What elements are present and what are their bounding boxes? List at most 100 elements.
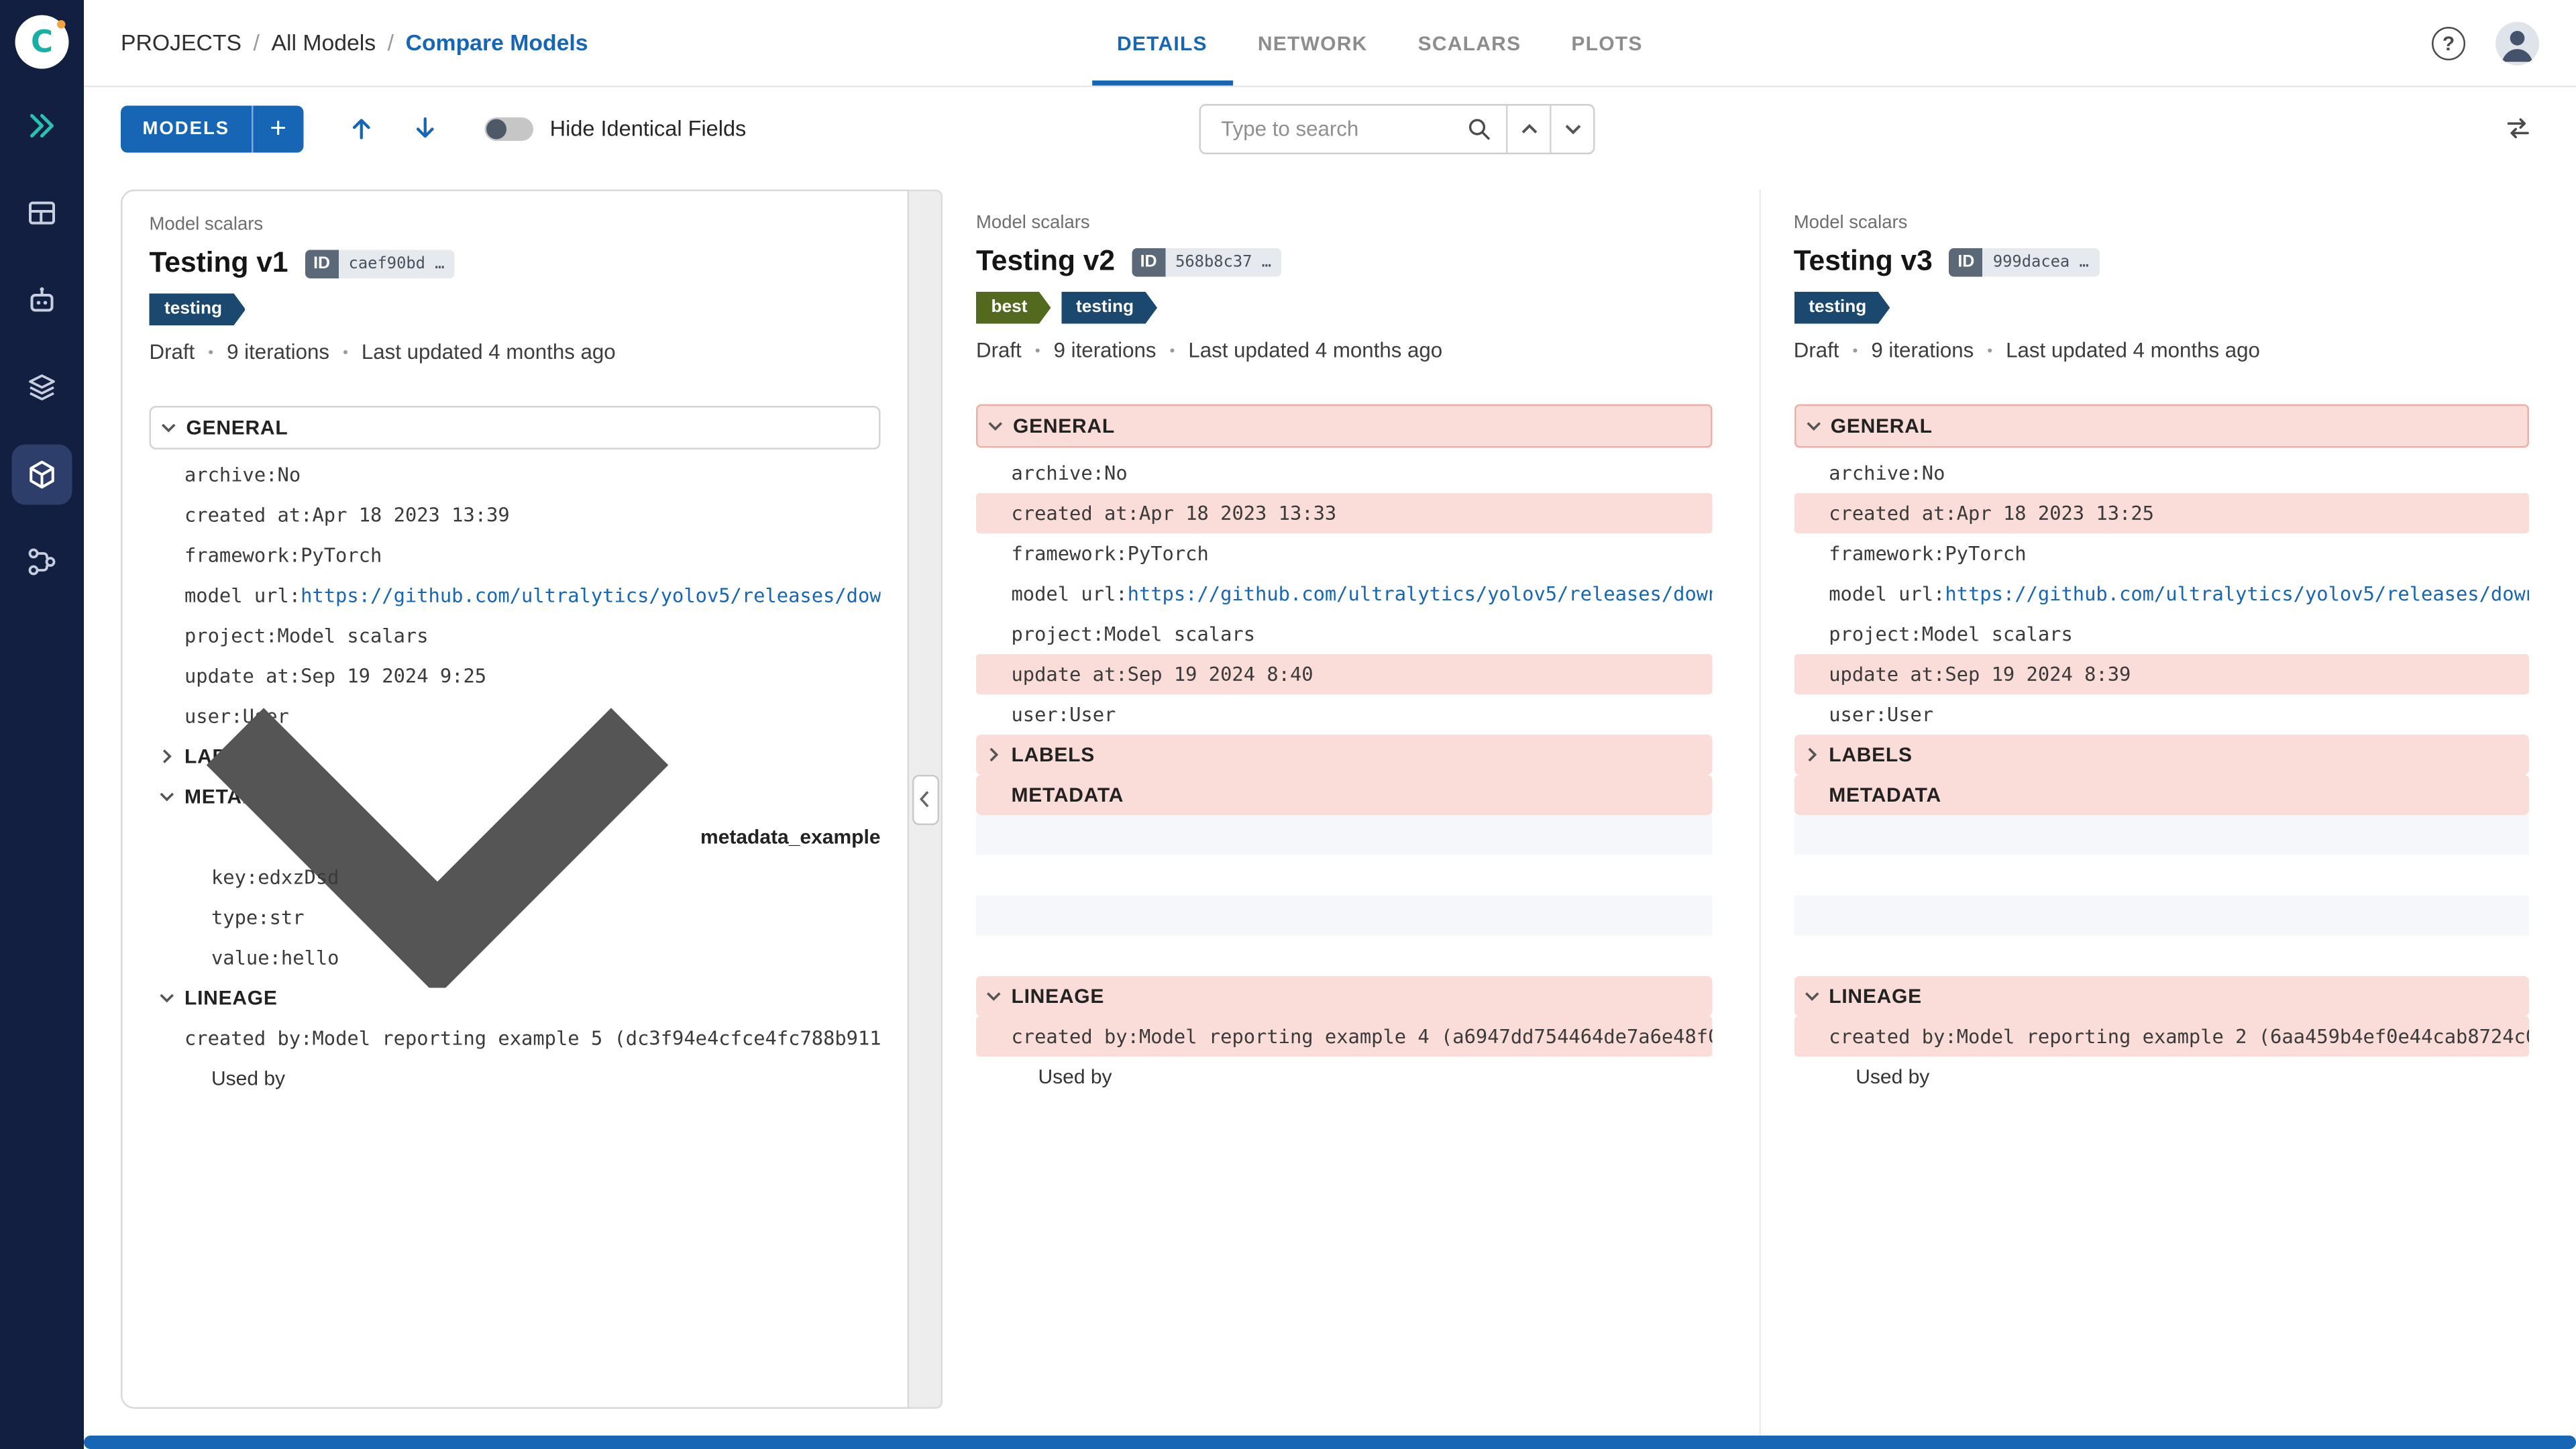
empty-row <box>1793 815 2529 855</box>
model-url-link[interactable]: https://github.com/ultralytics/yolov5/re… <box>1128 582 1712 606</box>
sidebar-item-quickstart[interactable] <box>12 96 72 156</box>
field-key: project <box>1829 622 1911 646</box>
used-by-label[interactable]: Used by <box>976 1057 1711 1097</box>
breadcrumb-compare-models[interactable]: Compare Models <box>406 30 588 56</box>
status-row: Draft • 9 iterations • Last updated 4 mo… <box>150 341 881 364</box>
field-value: PyTorch <box>1127 541 1209 566</box>
field-value: No <box>277 463 301 486</box>
swap-columns-button[interactable] <box>2496 107 2539 150</box>
used-by-label[interactable]: Used by <box>1794 1057 2529 1097</box>
field-separator: : <box>1933 541 1945 566</box>
hide-identical-toggle[interactable] <box>484 116 533 140</box>
chevron-down-icon <box>986 992 1001 1002</box>
section-label: LABELS <box>1829 743 1913 767</box>
sidebar-item-model-registry[interactable] <box>11 444 72 505</box>
robot-icon <box>30 287 54 312</box>
search-input[interactable] <box>1201 105 1453 152</box>
empty-row <box>1794 936 2529 976</box>
user-avatar[interactable] <box>2496 21 2539 65</box>
field-value: Model reporting example 2 (6aa459b4ef0e4… <box>1956 1024 2529 1049</box>
section-label: LINEAGE <box>184 986 278 1010</box>
section-header-metadata[interactable]: METADATA <box>976 775 1712 815</box>
id-value: 568b8c37 … <box>1165 247 1282 276</box>
separator-dot: • <box>1852 342 1858 359</box>
empty-row <box>976 855 1711 896</box>
section-header-lineage[interactable]: LINEAGE <box>1793 976 2529 1016</box>
field-separator: : <box>1933 662 1945 686</box>
metadata-group-header[interactable]: metadata_example <box>150 707 881 989</box>
layers-icon <box>29 374 55 400</box>
section-header-general[interactable]: GENERAL <box>976 404 1712 448</box>
field-key: key <box>211 865 246 889</box>
tab-plots[interactable]: PLOTS <box>1546 0 1668 86</box>
field-key: update at <box>1829 662 1934 686</box>
tab-details[interactable]: DETAILS <box>1091 0 1233 86</box>
pinned-column-gutter[interactable] <box>909 189 943 1409</box>
model-title: Testing v3 <box>1793 245 1933 277</box>
field-key: project <box>1011 622 1093 646</box>
section-header-metadata[interactable]: METADATA <box>1793 775 2529 815</box>
tags-row: best testing <box>976 292 1711 324</box>
move-up-button[interactable] <box>340 107 384 150</box>
field-value: Model reporting example 4 (a6947dd754464… <box>1138 1024 1712 1049</box>
model-url-link[interactable]: https://github.com/ultralytics/yolov5/re… <box>1945 582 2529 606</box>
horizontal-scrollbar[interactable] <box>84 1436 2576 1449</box>
tag-testing[interactable]: testing <box>1794 292 1890 324</box>
section-header-labels[interactable]: LABELS <box>976 735 1712 775</box>
comet-logo[interactable]: C <box>15 15 69 69</box>
collapse-column-button[interactable] <box>911 773 938 824</box>
tab-network[interactable]: NETWORK <box>1232 0 1393 86</box>
sidebar-item-experiments[interactable] <box>12 183 72 244</box>
status-text: Draft <box>976 339 1022 362</box>
field-value: Model scalars <box>1104 622 1256 646</box>
tag-best[interactable]: best <box>976 292 1051 324</box>
move-down-button[interactable] <box>404 107 447 150</box>
section-header-general[interactable]: GENERAL <box>149 406 881 449</box>
models-button[interactable]: MODELS <box>121 105 254 152</box>
model-id-badge[interactable]: ID 999dacea … <box>1949 247 2099 276</box>
model-url-link[interactable]: https://github.com/ultralytics/yolov5/re… <box>301 584 880 607</box>
chevron-right-icon <box>1807 747 1817 762</box>
sidebar-item-monitoring[interactable] <box>12 270 72 331</box>
field-separator: : <box>288 543 301 567</box>
field-key: archive <box>1011 461 1093 485</box>
separator-dot: • <box>1987 342 1993 359</box>
field-row-created-by: created by : Model reporting example 4 (… <box>976 1016 1712 1057</box>
search-button[interactable] <box>1452 105 1506 152</box>
tag-testing[interactable]: testing <box>150 294 246 326</box>
field-separator: : <box>1945 501 1957 525</box>
tab-scalars[interactable]: SCALARS <box>1393 0 1546 86</box>
section-header-general[interactable]: GENERAL <box>1793 404 2529 448</box>
help-glyph: ? <box>2442 31 2455 55</box>
section-header-lineage[interactable]: LINEAGE <box>976 976 1712 1016</box>
empty-row <box>976 815 1712 855</box>
field-separator: : <box>288 584 301 607</box>
breadcrumb: PROJECTS / All Models / Compare Models <box>121 30 588 56</box>
help-icon[interactable]: ? <box>2432 25 2465 60</box>
field-separator: : <box>269 946 281 969</box>
model-id-badge[interactable]: ID 568b8c37 … <box>1132 247 1282 276</box>
sections: GENERAL archive : No created at : Apr 18… <box>976 404 1712 1097</box>
breadcrumb-projects[interactable]: PROJECTS <box>121 30 241 56</box>
breadcrumb-all-models[interactable]: All Models <box>271 30 376 56</box>
section-label: GENERAL <box>186 416 288 439</box>
model-id-badge[interactable]: ID caef90bd … <box>305 249 455 278</box>
search-prev-button[interactable] <box>1508 105 1550 152</box>
sidebar-item-artifacts[interactable] <box>12 358 72 418</box>
used-by-label[interactable]: Used by <box>150 1059 881 1099</box>
field-separator: : <box>1092 461 1105 485</box>
tag-testing[interactable]: testing <box>1061 292 1157 324</box>
sidebar-item-pipelines[interactable] <box>12 532 72 592</box>
section-header-labels[interactable]: LABELS <box>1793 735 2529 775</box>
field-value: Apr 18 2023 13:25 <box>1956 501 2154 525</box>
empty-row <box>1793 896 2529 936</box>
scrollbar-thumb[interactable] <box>84 1436 2576 1449</box>
field-row-update-at: update at : Sep 19 2024 8:40 <box>976 654 1712 694</box>
field-separator: : <box>1116 582 1128 606</box>
main-area: PROJECTS / All Models / Compare Models D… <box>84 0 2576 1449</box>
search-next-button[interactable] <box>1552 105 1594 152</box>
field-separator: : <box>266 463 278 486</box>
add-model-button[interactable]: + <box>253 105 303 152</box>
iterations-text: 9 iterations <box>227 340 330 364</box>
field-key: project <box>184 624 266 647</box>
